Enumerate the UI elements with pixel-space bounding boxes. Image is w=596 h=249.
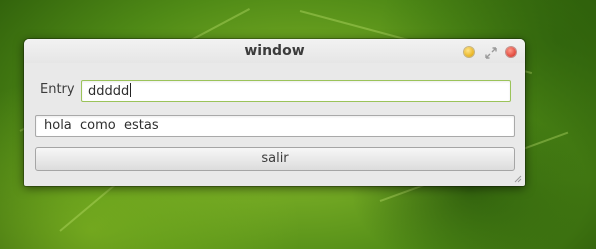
text-input[interactable]: hola como estas <box>35 115 515 137</box>
maximize-icon <box>485 47 497 59</box>
app-window: window Entry ddddd hola como estas salir <box>24 39 525 186</box>
text-caret <box>130 83 132 97</box>
maximize-button[interactable] <box>484 45 498 59</box>
salir-button[interactable]: salir <box>35 147 515 171</box>
entry-input[interactable]: ddddd <box>81 80 511 102</box>
entry-input-value: ddddd <box>88 84 130 99</box>
minimize-button[interactable] <box>464 47 474 57</box>
window-content: Entry ddddd hola como estas salir <box>24 63 525 186</box>
close-button[interactable] <box>506 47 516 57</box>
window-title: window <box>244 43 305 59</box>
entry-label: Entry <box>40 82 75 97</box>
text-input-value: hola como estas <box>44 118 159 133</box>
titlebar[interactable]: window <box>24 39 525 63</box>
resize-grip-icon[interactable] <box>514 175 522 183</box>
